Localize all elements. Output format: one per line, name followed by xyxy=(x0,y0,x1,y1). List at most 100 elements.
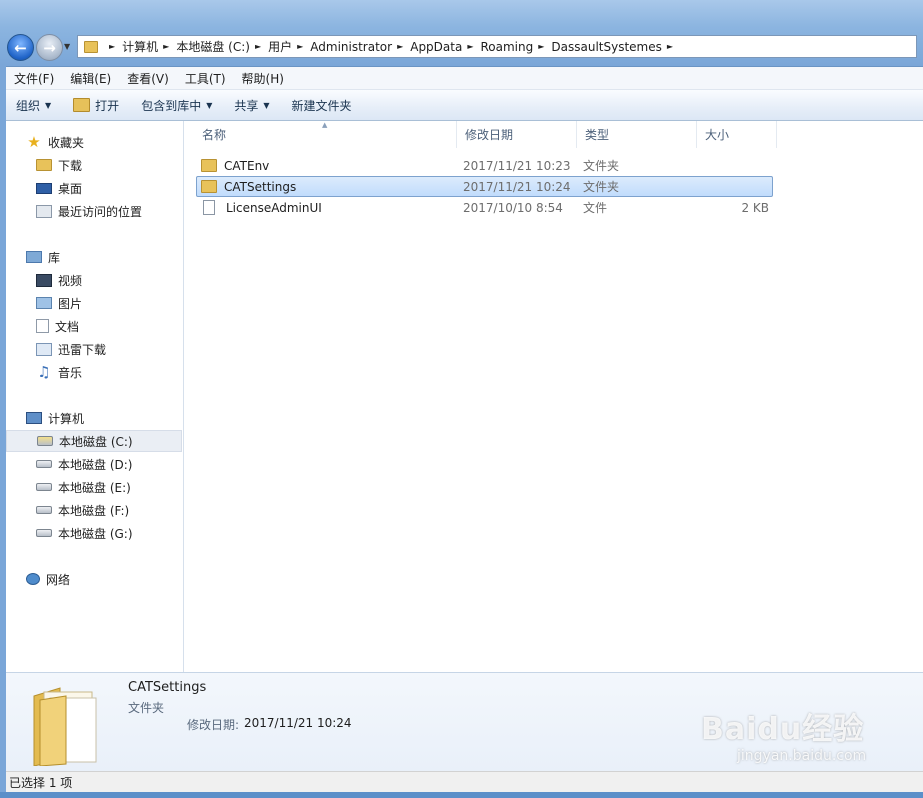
breadcrumb-users[interactable]: 用户 xyxy=(268,38,292,55)
chevron-right-icon[interactable]: ► xyxy=(397,42,403,51)
file-type: 文件夹 xyxy=(583,180,620,194)
nav-item-drive-e[interactable]: 本地磁盘 (E:) xyxy=(6,476,212,498)
column-header-size[interactable]: 大小 xyxy=(697,121,777,148)
nav-item-pictures[interactable]: 图片 xyxy=(6,292,212,314)
breadcrumb-drive-c[interactable]: 本地磁盘 (C:) xyxy=(176,38,250,55)
nav-network-header[interactable]: 网络 xyxy=(6,568,202,590)
nav-label: 下载 xyxy=(58,158,83,173)
chevron-right-icon[interactable]: ► xyxy=(297,42,303,51)
network-icon xyxy=(26,573,40,585)
document-icon xyxy=(36,319,49,333)
command-toolbar: 组织 ▼ 打开 包含到库中 ▼ 共享 ▼ 新建文件夹 xyxy=(6,90,923,121)
file-name-cell: CATSettings xyxy=(201,177,296,196)
nav-item-downloads[interactable]: 下载 xyxy=(6,154,212,176)
file-row-catsettings[interactable]: CATSettings 2017/11/21 10:24 文件夹 xyxy=(196,176,773,197)
nav-label: 视频 xyxy=(58,273,83,288)
nav-item-xunlei-downloads[interactable]: 迅雷下载 xyxy=(6,338,212,360)
chevron-right-icon[interactable]: ► xyxy=(255,42,261,51)
column-header-modified[interactable]: 修改日期 xyxy=(457,121,577,148)
large-folder-icon xyxy=(33,687,97,766)
nav-label: 网络 xyxy=(46,572,71,587)
file-modified: 2017/11/21 10:24 xyxy=(463,179,571,194)
include-in-library-button[interactable]: 包含到库中 ▼ xyxy=(131,97,224,114)
menu-edit[interactable]: 编辑(E) xyxy=(62,70,119,87)
nav-item-desktop[interactable]: 桌面 xyxy=(6,177,212,199)
menu-view[interactable]: 查看(V) xyxy=(119,70,177,87)
nav-libraries-header[interactable]: 库 xyxy=(6,246,202,268)
organize-button[interactable]: 组织 ▼ xyxy=(6,97,63,114)
share-button[interactable]: 共享 ▼ xyxy=(224,97,281,114)
watermark-main: Baidu经验 xyxy=(701,712,865,747)
open-button[interactable]: 打开 xyxy=(63,97,131,114)
chevron-right-icon[interactable]: ► xyxy=(109,42,115,51)
nav-label: 迅雷下载 xyxy=(58,342,107,357)
nav-label: 本地磁盘 (C:) xyxy=(59,434,133,449)
folder-icon xyxy=(201,180,217,193)
nav-label: 音乐 xyxy=(58,365,83,380)
file-modified: 2017/11/21 10:23 xyxy=(463,158,571,173)
nav-item-drive-f[interactable]: 本地磁盘 (F:) xyxy=(6,499,212,521)
nav-item-drive-c[interactable]: 本地磁盘 (C:) xyxy=(6,430,182,452)
nav-favorites-header[interactable]: ★ 收藏夹 xyxy=(6,131,202,153)
file-type: 文件 xyxy=(583,201,608,215)
file-name: CATEnv xyxy=(224,158,270,173)
nav-label: 图片 xyxy=(58,296,83,311)
organize-label: 组织 xyxy=(16,98,41,113)
chevron-right-icon[interactable]: ► xyxy=(163,42,169,51)
nav-item-drive-d[interactable]: 本地磁盘 (D:) xyxy=(6,453,212,475)
breadcrumb-administrator[interactable]: Administrator xyxy=(310,40,392,54)
chevron-right-icon[interactable]: ► xyxy=(538,42,544,51)
file-modified: 2017/10/10 8:54 xyxy=(463,200,563,215)
breadcrumb-dassaultsystemes[interactable]: DassaultSystemes xyxy=(551,40,661,54)
nav-item-music[interactable]: ♫ 音乐 xyxy=(6,361,212,383)
chevron-down-icon: ▼ xyxy=(263,100,270,110)
new-folder-button[interactable]: 新建文件夹 xyxy=(282,97,364,114)
music-note-icon: ♫ xyxy=(37,363,51,381)
library-icon xyxy=(26,251,42,263)
forward-button[interactable]: → xyxy=(36,34,63,61)
download-library-icon xyxy=(36,342,52,356)
file-size: 2 KB xyxy=(741,200,769,215)
file-row-catenv[interactable]: CATEnv 2017/11/21 10:23 文件夹 xyxy=(196,155,773,176)
column-header-name[interactable]: 名称 xyxy=(194,121,457,148)
nav-item-documents[interactable]: 文档 xyxy=(6,315,212,337)
folder-icon xyxy=(201,159,217,172)
navigation-pane: ★ 收藏夹 下载 桌面 最近访问的位置 库 视频 图片 文档 迅雷下载 ♫ 音乐 计… xyxy=(6,121,184,672)
video-icon xyxy=(36,273,52,287)
chevron-right-icon[interactable]: ► xyxy=(667,42,673,51)
drive-icon xyxy=(36,529,52,537)
nav-label: 收藏夹 xyxy=(48,135,85,150)
system-drive-icon xyxy=(37,436,53,446)
file-icon xyxy=(203,200,215,215)
breadcrumb-computer[interactable]: 计算机 xyxy=(122,38,158,55)
menu-help[interactable]: 帮助(H) xyxy=(234,70,292,87)
nav-computer-header[interactable]: 计算机 xyxy=(6,407,202,429)
downloads-folder-icon xyxy=(36,159,52,171)
breadcrumb-roaming[interactable]: Roaming xyxy=(481,40,534,54)
breadcrumb-appdata[interactable]: AppData xyxy=(410,40,462,54)
nav-label: 桌面 xyxy=(58,181,83,196)
open-folder-icon xyxy=(73,98,91,112)
baidu-watermark: Baidu经验 jingyan.baidu.com xyxy=(701,704,871,774)
file-type: 文件夹 xyxy=(583,159,620,173)
file-list: ▲ 名称 修改日期 类型 大小 CATEnv 2017/11/21 10:23 … xyxy=(184,121,923,672)
include-library-label: 包含到库中 xyxy=(141,98,202,113)
details-file-type: 文件夹 xyxy=(128,701,165,715)
recent-pages-dropdown[interactable]: ▼ xyxy=(64,42,70,51)
chevron-right-icon[interactable]: ► xyxy=(467,42,473,51)
nav-label: 本地磁盘 (G:) xyxy=(58,526,133,541)
back-button[interactable]: ← xyxy=(7,34,34,61)
file-row-licenseadminui[interactable]: LicenseAdminUI 2017/10/10 8:54 文件 2 KB xyxy=(196,197,773,218)
nav-item-videos[interactable]: 视频 xyxy=(6,269,212,291)
nav-item-drive-g[interactable]: 本地磁盘 (G:) xyxy=(6,522,212,544)
nav-item-recent-places[interactable]: 最近访问的位置 xyxy=(6,200,212,222)
open-label: 打开 xyxy=(95,98,120,113)
menu-file[interactable]: 文件(F) xyxy=(6,70,62,87)
nav-label: 本地磁盘 (D:) xyxy=(58,457,133,472)
file-name-cell: CATEnv xyxy=(201,155,269,176)
column-header-type[interactable]: 类型 xyxy=(577,121,697,148)
file-name: LicenseAdminUI xyxy=(226,200,322,215)
address-bar[interactable]: ► 计算机 ► 本地磁盘 (C:) ► 用户 ► Administrator ►… xyxy=(77,35,917,58)
menu-bar: 文件(F) 编辑(E) 查看(V) 工具(T) 帮助(H) xyxy=(6,67,923,90)
menu-tools[interactable]: 工具(T) xyxy=(177,70,234,87)
